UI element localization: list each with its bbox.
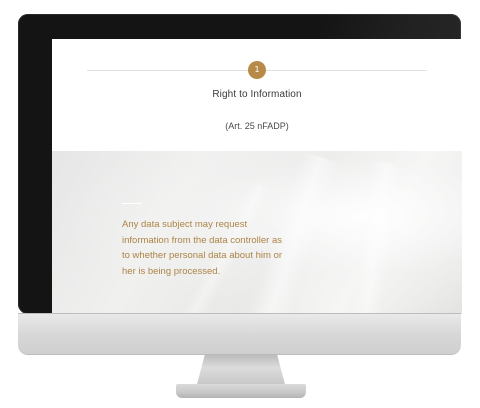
step-number-badge: 1 — [248, 61, 266, 79]
monitor-chin — [18, 314, 461, 354]
section-subtitle: (Art. 25 nFADP) — [225, 121, 289, 131]
monitor-bezel: 1 Right to Information (Art. 25 nFADP) A… — [18, 14, 462, 314]
hero-description: Any data subject may request information… — [122, 219, 283, 277]
monitor-screen: 1 Right to Information (Art. 25 nFADP) A… — [52, 39, 462, 314]
hero-divider — [122, 203, 142, 204]
stage: 1 Right to Information (Art. 25 nFADP) A… — [0, 0, 480, 408]
fabric-fold — [346, 161, 402, 314]
monitor-stand-neck — [196, 354, 286, 388]
content-header: 1 Right to Information (Art. 25 nFADP) — [52, 39, 462, 151]
monitor-stand-base — [176, 384, 306, 398]
section-title: Right to Information — [212, 89, 302, 100]
